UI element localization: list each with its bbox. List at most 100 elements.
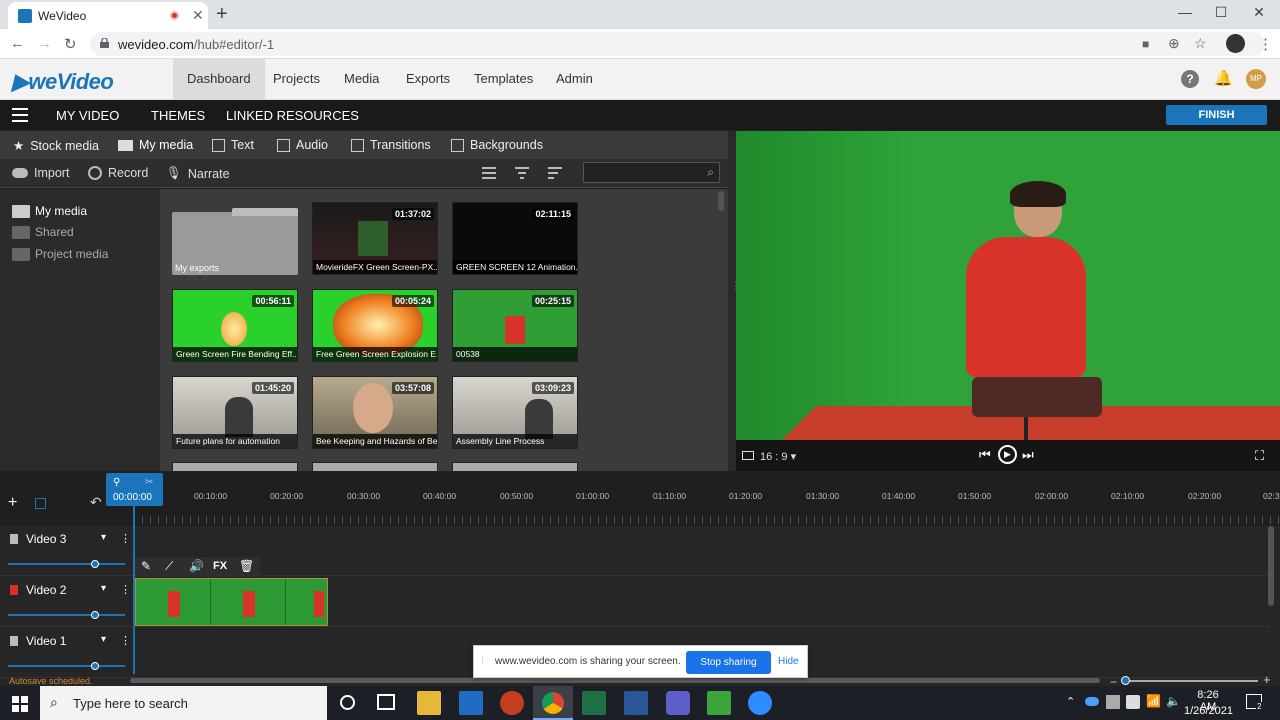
track-label[interactable]: Video 3: [26, 532, 66, 546]
close-tab-icon[interactable]: ✕: [192, 7, 204, 24]
filter-icon[interactable]: [515, 167, 529, 179]
hide-button[interactable]: Hide: [778, 656, 799, 667]
tab-stock-media[interactable]: ★ Stock media: [13, 138, 99, 154]
wifi-icon[interactable]: 📶: [1146, 694, 1161, 708]
hamburger-menu-icon[interactable]: [12, 108, 28, 122]
media-item[interactable]: 00:25:15 00538: [452, 289, 578, 362]
tab-transitions[interactable]: Transitions: [351, 138, 431, 152]
outlook-icon[interactable]: [459, 691, 483, 715]
media-item[interactable]: 01:45:20 Future plans for automation: [172, 376, 298, 449]
timeline-vertical-scrollbar[interactable]: [1268, 526, 1274, 606]
excel-icon[interactable]: [582, 691, 606, 715]
chrome-taskbar-active[interactable]: [533, 686, 573, 720]
track-menu-icon[interactable]: ⋮: [120, 583, 131, 596]
panel-resize-handle[interactable]: ⋮: [728, 131, 741, 471]
wevideo-logo[interactable]: ▶weVideo: [12, 69, 114, 95]
nav-media[interactable]: Media: [330, 59, 393, 99]
nav-dashboard[interactable]: Dashboard: [173, 59, 265, 99]
skip-forward-icon[interactable]: ⏭: [1022, 447, 1034, 463]
track-menu-icon[interactable]: ⋮: [120, 532, 131, 545]
media-search-input[interactable]: ⌕: [583, 162, 720, 183]
track-menu-icon[interactable]: ⋮: [120, 634, 131, 647]
undo-icon[interactable]: ↶: [90, 494, 102, 511]
media-item[interactable]: 03:09:23 Assembly Line Process: [452, 376, 578, 449]
sort-icon[interactable]: [548, 167, 562, 179]
meet-now-icon[interactable]: [1126, 695, 1140, 709]
media-item[interactable]: 01:37:02 MovierideFX Green Screen-PX...: [312, 202, 438, 275]
minimize-button[interactable]: —: [1170, 4, 1200, 20]
add-circle-icon[interactable]: ⊕: [1168, 35, 1180, 52]
volume-icon[interactable]: 🔊: [189, 559, 204, 573]
record-button[interactable]: Record: [88, 166, 148, 180]
timeline-clip[interactable]: [135, 578, 328, 626]
battery-icon[interactable]: [1106, 695, 1120, 709]
folder-my-media[interactable]: My media: [12, 204, 87, 218]
new-tab-button[interactable]: +: [216, 3, 228, 26]
timeline-horizontal-scrollbar[interactable]: [130, 678, 1100, 683]
tab-audio[interactable]: Audio: [277, 138, 328, 152]
cortana-icon[interactable]: [340, 695, 355, 710]
trim-icon[interactable]: ⟋: [165, 559, 173, 574]
video-preview[interactable]: [736, 131, 1280, 440]
nav-projects[interactable]: Projects: [259, 59, 334, 99]
camera-icon[interactable]: ■: [1142, 37, 1149, 51]
chevron-down-icon[interactable]: ▾: [101, 583, 106, 594]
zoom-knob[interactable]: [1121, 676, 1130, 685]
remote-desktop-icon[interactable]: [707, 691, 731, 715]
timeline-ruler[interactable]: + ↶: [0, 472, 1280, 526]
reload-icon[interactable]: ↻: [64, 35, 77, 53]
task-view-icon[interactable]: [377, 694, 395, 710]
list-view-icon[interactable]: [482, 167, 496, 179]
track-label[interactable]: Video 1: [26, 634, 66, 648]
nav-exports[interactable]: Exports: [392, 59, 464, 99]
taskbar-search-box[interactable]: ⌕ Type here to search: [40, 686, 327, 720]
help-icon[interactable]: ?: [1181, 70, 1199, 88]
media-item[interactable]: 03:57:08 Bee Keeping and Hazards of Be..…: [312, 376, 438, 449]
import-button[interactable]: Import: [12, 166, 69, 180]
linked-resources-tab[interactable]: LINKED RESOURCES: [226, 108, 359, 123]
track-volume-knob[interactable]: [91, 662, 99, 670]
bookmark-star-icon[interactable]: ☆: [1194, 35, 1207, 52]
user-avatar[interactable]: MP: [1246, 69, 1266, 89]
finish-button[interactable]: FINISH: [1166, 105, 1267, 125]
add-track-icon[interactable]: +: [8, 494, 17, 512]
teams-icon[interactable]: [666, 691, 690, 715]
play-button[interactable]: ▶: [998, 445, 1017, 464]
speaker-icon[interactable]: 🔈: [1166, 694, 1181, 708]
notifications-bell-icon[interactable]: 🔔: [1214, 69, 1233, 87]
track-label[interactable]: Video 2: [26, 583, 66, 597]
nav-templates[interactable]: Templates: [460, 59, 547, 99]
show-hidden-icons[interactable]: ⌃: [1066, 695, 1075, 708]
nav-admin[interactable]: Admin: [542, 59, 607, 99]
playhead[interactable]: ⚲ ✂ 00:00:00: [106, 473, 163, 506]
media-item[interactable]: 02:11:15 GREEN SCREEN 12 Animation...: [452, 202, 578, 275]
skip-back-icon[interactable]: ⏮: [979, 447, 991, 463]
folder-project-media[interactable]: Project media: [12, 247, 108, 261]
aspect-ratio-select[interactable]: 16 : 9 ▾: [760, 450, 796, 463]
forward-icon[interactable]: →: [37, 35, 52, 52]
word-icon[interactable]: [624, 691, 648, 715]
snap-icon[interactable]: [35, 498, 46, 509]
track-volume-knob[interactable]: [91, 560, 99, 568]
fx-button[interactable]: FX: [213, 560, 227, 572]
chevron-down-icon[interactable]: ▾: [101, 634, 106, 645]
media-item[interactable]: [172, 462, 298, 471]
powerpoint-icon[interactable]: [500, 691, 524, 715]
media-item[interactable]: 00:56:11 Green Screen Fire Bending Eff..…: [172, 289, 298, 362]
track-volume-slider[interactable]: [8, 665, 125, 667]
media-folder-my-exports[interactable]: My exports: [172, 202, 298, 275]
browser-tab[interactable]: WeVideo ✕: [8, 2, 208, 29]
clock-date[interactable]: 1/26/2021: [1184, 705, 1233, 717]
back-icon[interactable]: ←: [10, 35, 25, 52]
drag-handle-icon[interactable]: ⁞: [481, 656, 484, 667]
media-item[interactable]: 00:05:24 Free Green Screen Explosion E..…: [312, 289, 438, 362]
onedrive-icon[interactable]: [1085, 697, 1099, 706]
windows-start-icon[interactable]: [12, 696, 28, 712]
tab-backgrounds[interactable]: Backgrounds: [451, 138, 543, 152]
file-explorer-icon[interactable]: [417, 691, 441, 715]
track-volume-knob[interactable]: [91, 611, 99, 619]
media-item[interactable]: [452, 462, 578, 471]
zoom-in-icon[interactable]: +: [1263, 672, 1271, 687]
tab-text[interactable]: Text: [212, 138, 254, 152]
tab-my-media[interactable]: My media: [118, 138, 193, 152]
